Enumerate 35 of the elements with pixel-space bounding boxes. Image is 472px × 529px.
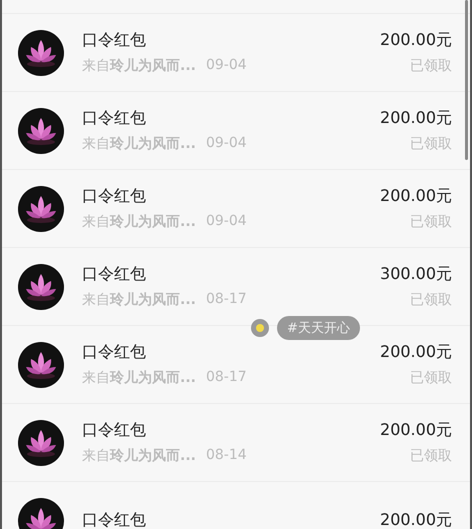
amount-text: 200.00元 [380,186,452,207]
date-text: 08-14 [206,447,247,465]
packet-title: 口令红包 [82,510,147,529]
status-text: 已领取 [410,213,452,231]
date-text: 08-17 [206,291,247,309]
amount-text: 200.00元 [380,510,452,529]
sender-text: 来自玲儿为风而... [82,213,196,231]
packet-title: 口令红包 [82,30,147,51]
packet-title: 口令红包 [82,342,147,363]
dot-icon [251,319,269,337]
packet-title: 口令红包 [82,186,147,207]
status-text: 已领取 [410,57,452,75]
sender-text: 来自玲儿为风而... [82,57,196,75]
topic-tag[interactable]: #天天开心 [277,316,360,340]
date-text: 09-04 [206,213,247,231]
date-text: 09-04 [206,135,247,153]
status-text: 已领取 [410,369,452,387]
scrollbar[interactable] [465,0,468,160]
amount-text: 200.00元 [380,108,452,129]
date-text: 09-04 [206,57,247,75]
sender-text: 来自玲儿为风而... [82,447,196,465]
packet-title: 口令红包 [82,264,147,285]
sender-text: 来自玲儿为风而... [82,135,196,153]
sender-text: 来自玲儿为风而... [82,291,196,309]
sender-text: 来自玲儿为风而... [82,369,196,387]
status-text: 已领取 [410,135,452,153]
amount-text: 200.00元 [380,420,452,441]
packet-title: 口令红包 [82,108,147,129]
status-text: 已领取 [410,447,452,465]
packet-title: 口令红包 [82,420,147,441]
date-text: 08-17 [206,369,247,387]
status-text: 已领取 [410,291,452,309]
amount-text: 300.00元 [380,264,452,285]
amount-text: 200.00元 [380,30,452,51]
amount-text: 200.00元 [380,342,452,363]
